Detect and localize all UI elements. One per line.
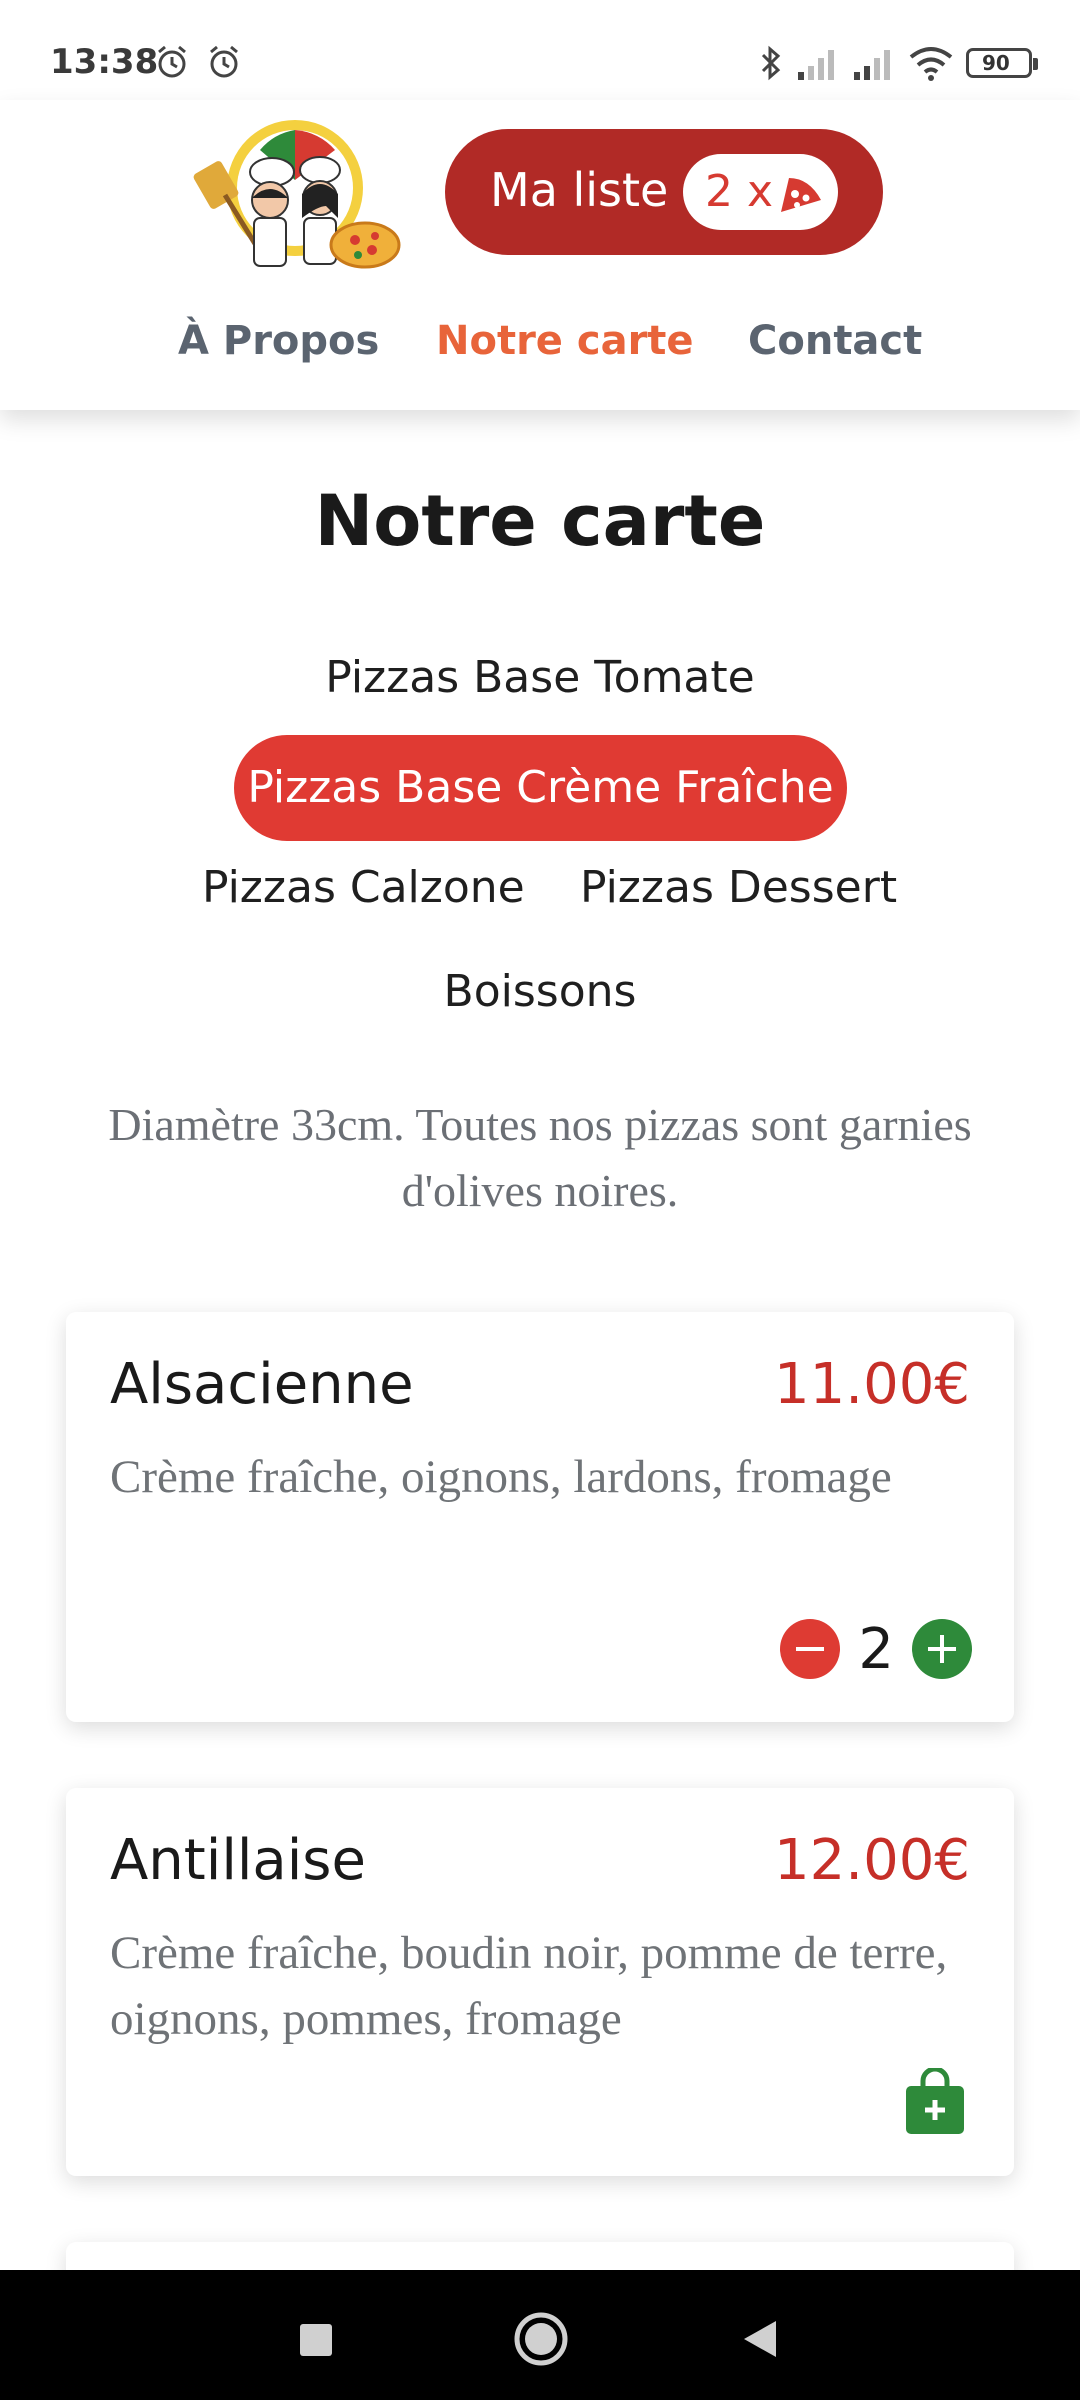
alarm-icon xyxy=(210,45,238,78)
cart-count-badge: 2 x xyxy=(683,154,838,230)
quantity-stepper: 2 xyxy=(780,1616,972,1682)
nav-menu[interactable]: Notre carte xyxy=(436,318,694,364)
add-to-bag-icon[interactable] xyxy=(904,2068,966,2136)
category-cream-active[interactable]: Pizzas Base Crème Fraîche xyxy=(234,735,847,841)
item-description: Crème fraîche, oignons, lardons, fromage xyxy=(110,1451,892,1503)
category-tomato[interactable]: Pizzas Base Tomate xyxy=(0,652,1080,703)
decrease-button[interactable] xyxy=(780,1619,841,1679)
system-nav-bar xyxy=(0,2270,1080,2400)
item-price: 12.00€ xyxy=(774,1828,970,1893)
item-name: Antillaise xyxy=(110,1828,366,1893)
alarm-icon xyxy=(158,45,186,78)
cart-count: 2 x xyxy=(705,166,774,217)
signal-icon xyxy=(854,50,890,80)
category-drinks[interactable]: Boissons xyxy=(0,966,1080,1017)
minus-icon xyxy=(796,1647,825,1651)
menu-item-card: Alsacienne 11.00€ Crème fraîche, oignons… xyxy=(66,1312,1014,1722)
pizza-chefs-logo[interactable] xyxy=(190,110,410,285)
back-icon[interactable] xyxy=(740,2318,780,2360)
pizza-slice-icon xyxy=(781,178,821,212)
my-list-label: Ma liste xyxy=(490,163,669,217)
category-intro: Diamètre 33cm. Toutes nos pizzas sont ga… xyxy=(108,1099,972,1216)
site-header: Ma liste 2 x À Propos Notre carte Contac… xyxy=(0,100,1080,410)
my-list-button[interactable]: Ma liste 2 x xyxy=(445,129,883,255)
bluetooth-icon xyxy=(761,45,781,81)
item-description: Crème fraîche, boudin noir, pomme de ter… xyxy=(110,1927,948,2045)
item-name: Alsacienne xyxy=(110,1352,414,1417)
battery-level: 90 xyxy=(982,51,1010,75)
menu-item-card: Antillaise 12.00€ Crème fraîche, boudin … xyxy=(66,1788,1014,2176)
plus-icon-stroke xyxy=(940,1635,944,1663)
item-price: 11.00€ xyxy=(774,1352,970,1417)
signal-icon xyxy=(798,50,834,80)
home-icon[interactable] xyxy=(512,2310,570,2368)
nav-contact[interactable]: Contact xyxy=(748,318,922,364)
category-dessert[interactable]: Pizzas Dessert xyxy=(580,862,897,913)
recents-icon[interactable] xyxy=(296,2320,336,2360)
status-time: 13:38 xyxy=(50,42,159,82)
wifi-icon xyxy=(909,47,953,81)
nav-about[interactable]: À Propos xyxy=(178,318,379,364)
increase-button[interactable] xyxy=(912,1619,972,1679)
battery-icon: 90 xyxy=(966,48,1038,78)
category-calzone[interactable]: Pizzas Calzone xyxy=(202,862,525,913)
page-title: Notre carte xyxy=(314,480,766,562)
quantity-value: 2 xyxy=(858,1616,894,1682)
